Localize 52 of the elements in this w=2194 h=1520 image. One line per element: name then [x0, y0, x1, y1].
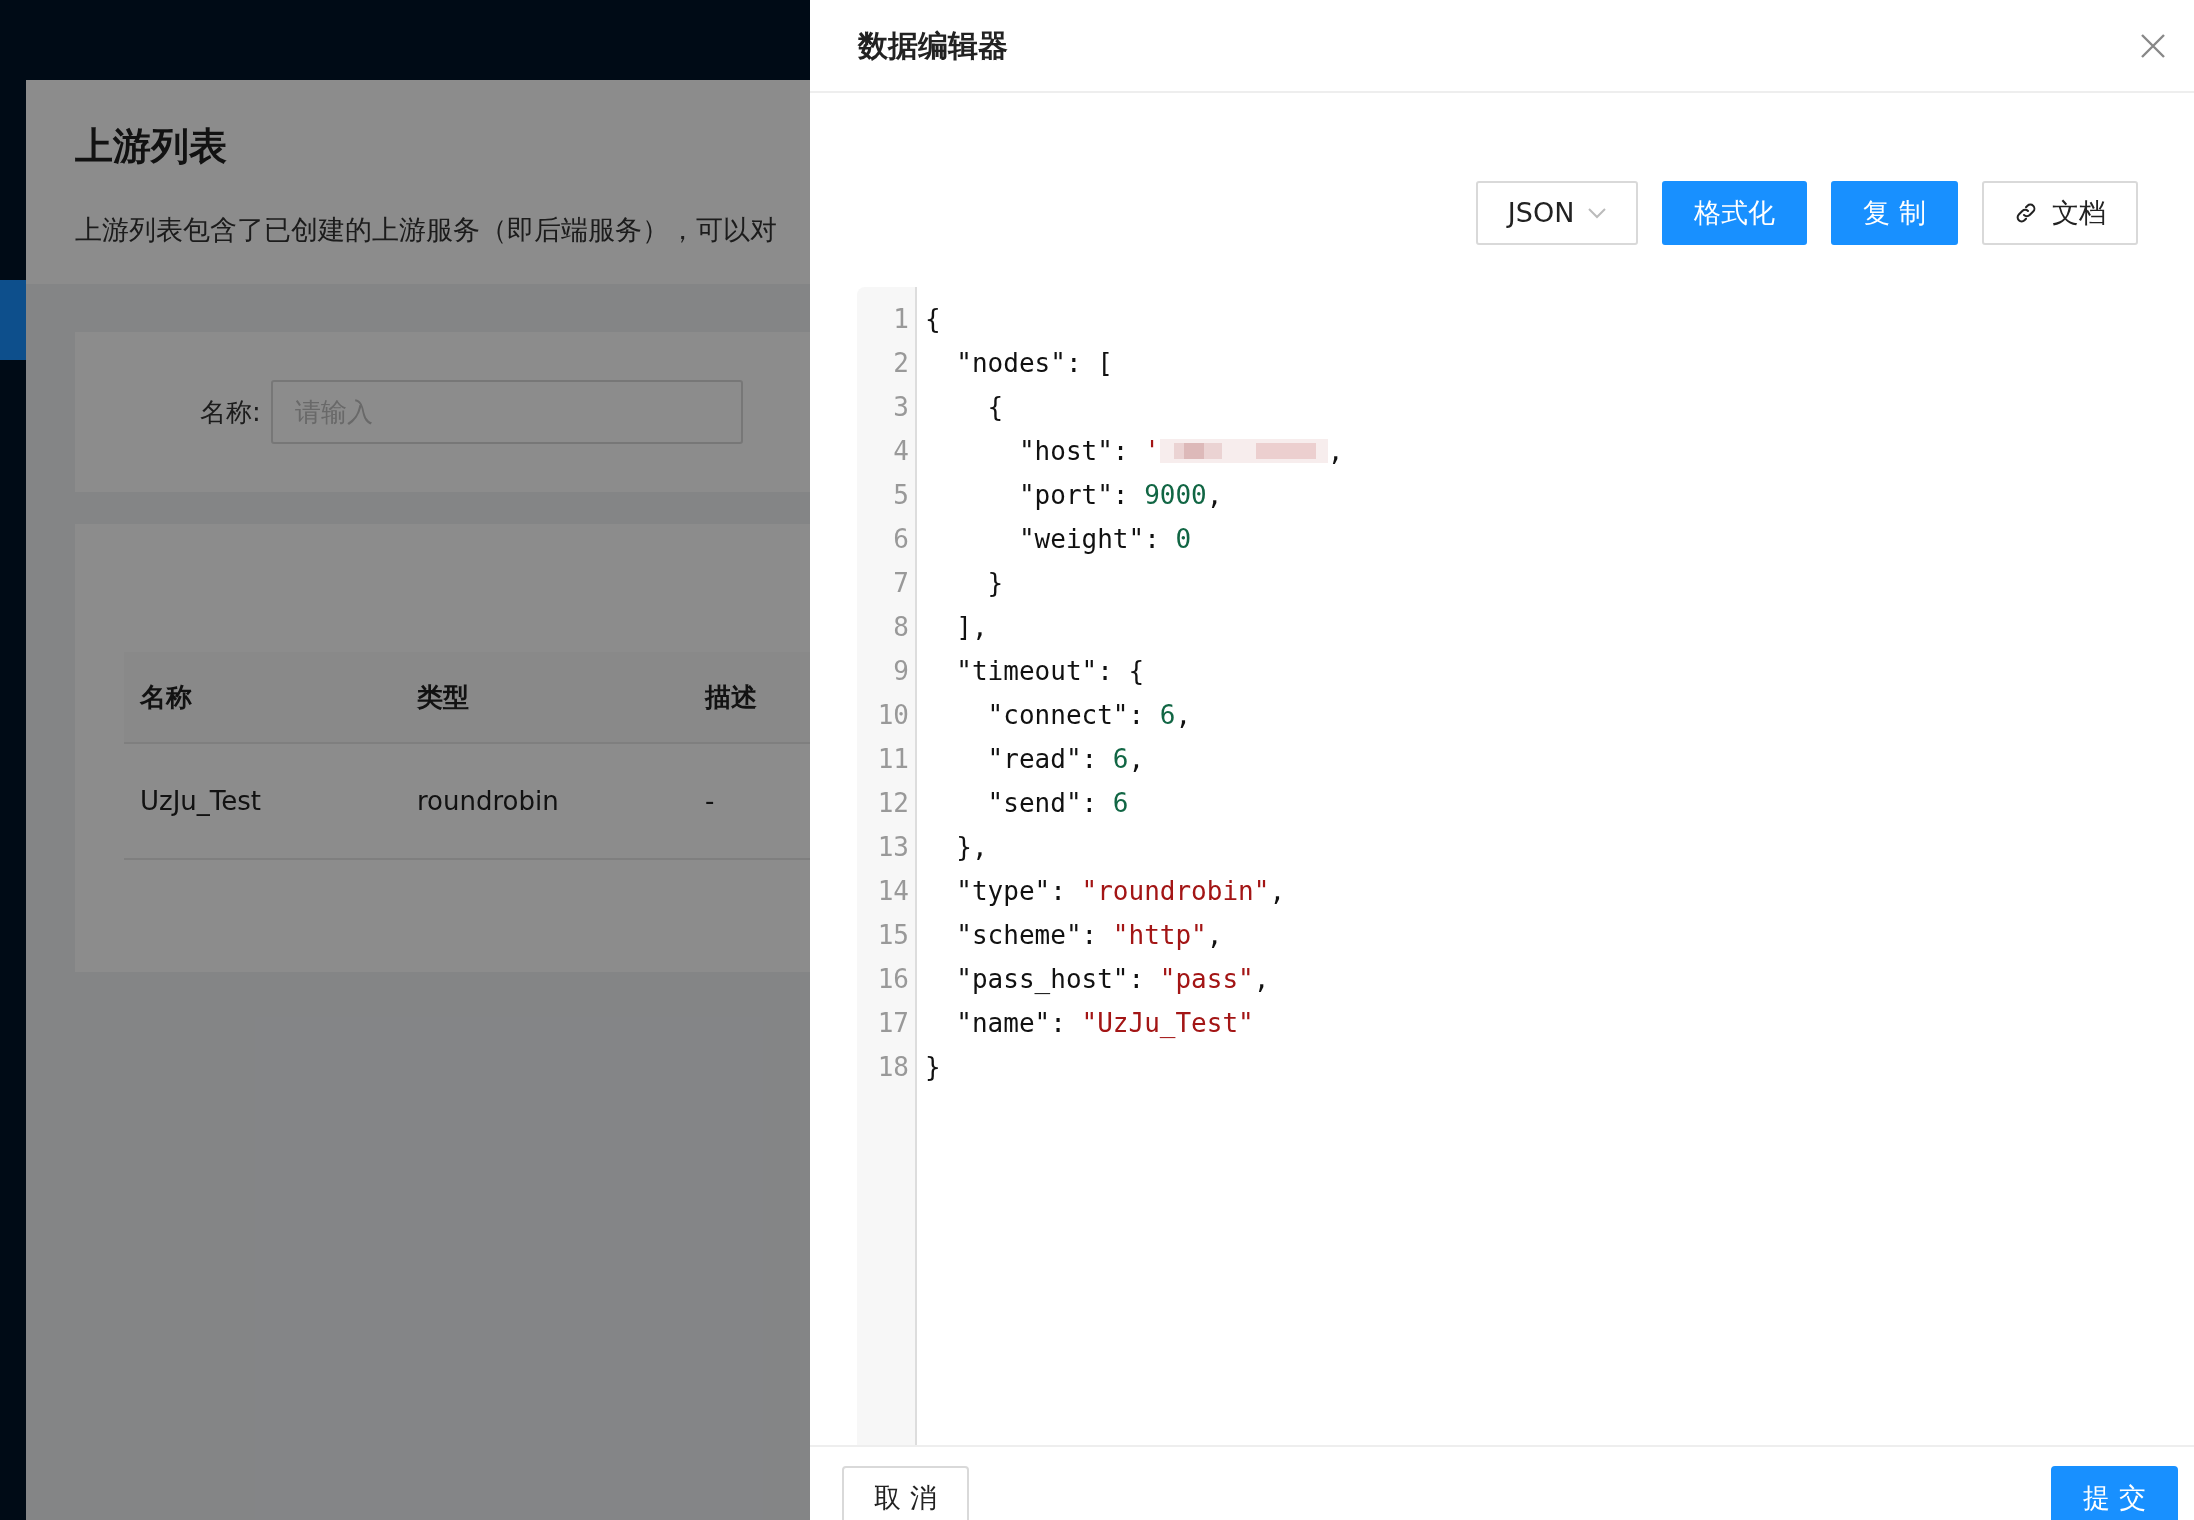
column-header: 描述 — [703, 680, 758, 714]
line-number: 2 — [892, 347, 910, 380]
table-cell-text: roundrobin — [416, 784, 560, 818]
line-number: 4 — [892, 435, 910, 468]
line-number: 3 — [892, 391, 910, 424]
line-number: 13 — [876, 831, 910, 864]
code-line: "timeout": { — [955, 655, 1146, 688]
code-line: { — [925, 303, 942, 336]
code-line: "type": "roundrobin", — [955, 875, 1287, 908]
code-line: "name": "UzJu_Test" — [955, 1007, 1255, 1040]
line-number: 6 — [892, 523, 910, 556]
line-number: 17 — [876, 1007, 910, 1040]
line-number: 9 — [892, 655, 910, 688]
format-select[interactable]: JSON — [1475, 181, 1639, 245]
line-number: 16 — [876, 963, 910, 996]
cancel-button[interactable]: 取 消 — [842, 1466, 969, 1520]
code-line: "connect": 6, — [986, 699, 1193, 732]
column-header: 类型 — [416, 680, 470, 714]
line-number: 12 — [876, 787, 910, 820]
line-number: 8 — [892, 611, 910, 644]
code-line: ], — [955, 611, 989, 644]
code-line: "read": 6, — [986, 743, 1146, 776]
table-cell-text: - — [704, 784, 716, 818]
code-line: }, — [955, 831, 989, 864]
code-line: { — [986, 391, 1005, 424]
line-number: 1 — [892, 303, 910, 336]
code-line: } — [986, 567, 1005, 600]
code-line: "pass_host": "pass", — [955, 963, 1271, 996]
link-icon — [2014, 201, 2038, 225]
line-number: 5 — [892, 479, 910, 512]
line-number: 11 — [876, 743, 910, 776]
code-line: "nodes": [ — [955, 347, 1114, 380]
page-title: 上游列表 — [75, 124, 228, 170]
chevron-down-icon — [1588, 207, 1607, 219]
line-number: 18 — [876, 1051, 910, 1084]
line-number: 7 — [892, 567, 910, 600]
code-line: "host": ' , — [1017, 435, 1344, 468]
code-line: "port": 9000, — [1017, 479, 1224, 512]
field-label: 名称: — [200, 395, 261, 429]
code-line: } — [925, 1051, 942, 1084]
code-line: "send": 6 — [986, 787, 1130, 820]
code-line: "scheme": "http", — [955, 919, 1224, 952]
table-cell-text: UzJu_Test — [139, 784, 263, 818]
line-number: 10 — [876, 699, 910, 732]
line-number: 14 — [876, 875, 910, 908]
page-description: 上游列表包含了已创建的上游服务（即后端服务），可以对 — [75, 212, 777, 247]
column-header: 名称 — [138, 680, 193, 714]
line-number: 15 — [876, 919, 910, 952]
sidebar-selected-item[interactable] — [0, 280, 26, 360]
docs-button[interactable]: 文档 — [1982, 181, 2138, 245]
code-line: "weight": 0 — [1017, 523, 1193, 556]
drawer-title: 数据编辑器 — [858, 27, 1008, 65]
